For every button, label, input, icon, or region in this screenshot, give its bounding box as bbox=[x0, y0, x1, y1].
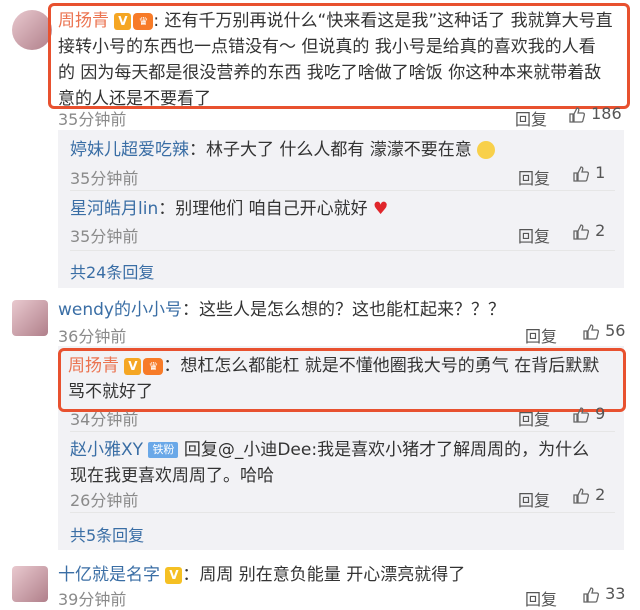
thumbs-up-icon bbox=[583, 586, 600, 603]
like-count: 33 bbox=[605, 584, 626, 603]
like-button[interactable]: 56 bbox=[582, 321, 625, 341]
avatar[interactable] bbox=[12, 566, 48, 602]
reply-button[interactable]: 回复 bbox=[518, 487, 550, 511]
like-button[interactable]: 1 bbox=[572, 163, 605, 183]
verified-v-icon: V bbox=[165, 566, 183, 584]
divider bbox=[70, 431, 615, 432]
like-count: 2 bbox=[595, 485, 606, 504]
username[interactable]: 周扬青 bbox=[68, 356, 119, 376]
comment-body: 周扬青 V ♛: 还有千万别再说什么“快来看这是我”这种话了 我就算大号直 接转小… bbox=[58, 11, 613, 109]
reply-button[interactable]: 回复 bbox=[518, 223, 550, 247]
timestamp: 36分钟前 bbox=[58, 327, 127, 346]
like-button[interactable]: 33 bbox=[582, 584, 625, 604]
divider bbox=[70, 190, 615, 191]
username[interactable]: 赵小雅XY bbox=[70, 440, 143, 460]
crown-badge-icon: ♛ bbox=[133, 12, 154, 30]
reply-item: 星河皓月lin：别理他们 咱自己开心就好 ♥ bbox=[70, 199, 389, 219]
like-count: 1 bbox=[595, 163, 606, 182]
reply-button[interactable]: 回复 bbox=[518, 406, 550, 430]
thumbs-up-icon bbox=[569, 106, 586, 123]
username[interactable]: wendy的小小号 bbox=[58, 300, 182, 320]
thumbs-up-icon bbox=[583, 323, 600, 340]
like-button[interactable]: 186 bbox=[568, 104, 622, 124]
reply-button[interactable]: 回复 bbox=[525, 323, 557, 347]
timestamp: 35分钟前 bbox=[70, 169, 139, 188]
like-button[interactable]: 9 bbox=[572, 404, 605, 424]
thumbs-up-icon bbox=[573, 487, 590, 504]
comment-text-line: 还有千万别再说什么“快来看这是我”这种话了 我就算大号直 bbox=[164, 11, 613, 31]
timestamp: 39分钟前 bbox=[58, 590, 127, 609]
avatar[interactable] bbox=[12, 300, 48, 336]
fan-badge: 铁粉 bbox=[148, 442, 179, 458]
username[interactable]: 十亿就是名字 bbox=[58, 565, 160, 585]
username[interactable]: 星河皓月lin bbox=[70, 199, 158, 219]
verified-v-icon: V bbox=[124, 357, 142, 375]
reply-button[interactable]: 回复 bbox=[518, 165, 550, 189]
like-button[interactable]: 2 bbox=[572, 221, 605, 241]
reply-item: 婷妹儿超爱吃辣：林子大了 什么人都有 濛濛不要在意 bbox=[70, 137, 496, 163]
pleading-face-icon bbox=[477, 141, 496, 159]
thumbs-up-icon bbox=[573, 165, 590, 182]
reply-item: 赵小雅XY 铁粉 回复@_小迪Dee:我是喜欢小猪才了解周周的，为什么 现在我更… bbox=[70, 440, 590, 486]
reply-item: 周扬青 V ♛ ：想杠怎么都能杠 就是不懂他圈我大号的勇气 在背后默默 骂不就好了 bbox=[68, 356, 600, 402]
divider bbox=[70, 250, 615, 251]
reply-button[interactable]: 回复 bbox=[515, 106, 547, 130]
comment-body: 十亿就是名字 V ：周周 别在意负能量 开心漂亮就得了 bbox=[58, 565, 466, 585]
verified-v-icon: V bbox=[114, 12, 132, 30]
comment-text-line: 的 因为每天都是很没营养的东西 我吃了啥做了啥饭 你这种本来就带着敌 bbox=[58, 63, 602, 83]
like-count: 56 bbox=[605, 321, 626, 340]
reply-button[interactable]: 回复 bbox=[525, 586, 557, 610]
more-replies-link[interactable]: 共5条回复 bbox=[70, 522, 144, 546]
timestamp: 26分钟前 bbox=[70, 491, 139, 510]
thumbs-up-icon bbox=[573, 223, 590, 240]
like-button[interactable]: 2 bbox=[572, 485, 605, 505]
timestamp: 35分钟前 bbox=[58, 110, 127, 129]
divider bbox=[70, 512, 615, 513]
red-heart-icon: ♥ bbox=[373, 199, 389, 219]
thumbs-up-icon bbox=[573, 406, 590, 423]
comment-text-line: 接转小号的东西也一点错没有～ 但说真的 我小号是给真的喜欢我的人看 bbox=[58, 37, 596, 57]
timestamp: 35分钟前 bbox=[70, 227, 139, 246]
timestamp: 34分钟前 bbox=[70, 410, 139, 429]
username[interactable]: 婷妹儿超爱吃辣 bbox=[70, 140, 189, 160]
avatar[interactable] bbox=[12, 10, 52, 50]
comment-body: wendy的小小号：这些人是怎么想的？这也能杠起来？？？ bbox=[58, 300, 505, 320]
crown-badge-icon: ♛ bbox=[143, 357, 164, 375]
like-count: 9 bbox=[595, 404, 606, 423]
like-count: 2 bbox=[595, 221, 606, 240]
more-replies-link[interactable]: 共24条回复 bbox=[70, 259, 154, 283]
username[interactable]: 周扬青 bbox=[58, 11, 109, 31]
like-count: 186 bbox=[591, 104, 622, 123]
